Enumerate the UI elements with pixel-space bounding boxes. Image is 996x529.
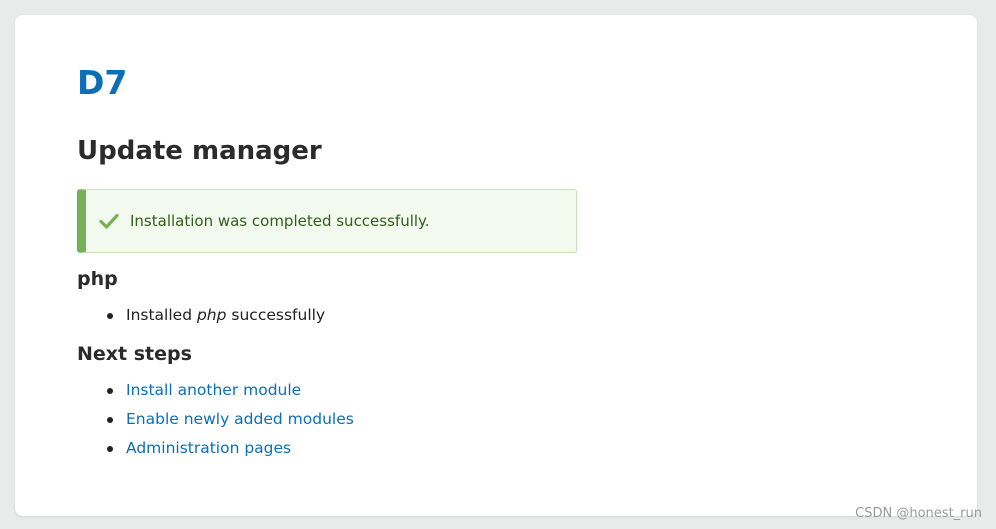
- status-message-text: Installation was completed successfully.: [130, 212, 430, 230]
- list-item: Installed php successfully: [77, 301, 325, 330]
- administration-pages-link[interactable]: Administration pages: [126, 439, 291, 457]
- result-suffix: successfully: [226, 306, 326, 324]
- result-list: Installed php successfully: [77, 301, 325, 330]
- list-item: Enable newly added modules: [77, 405, 354, 434]
- next-steps-list: Install another module Enable newly adde…: [77, 376, 354, 463]
- site-name-link[interactable]: D7: [77, 63, 127, 103]
- result-module-name: php: [196, 306, 227, 324]
- list-item: Administration pages: [77, 434, 354, 463]
- page-title: Update manager: [77, 136, 322, 166]
- result-prefix: Installed: [126, 306, 197, 324]
- watermark: CSDN @honest_run: [855, 506, 982, 521]
- result-heading: php: [77, 268, 118, 290]
- content-card: D7 Update manager Installation was compl…: [15, 15, 977, 516]
- install-another-module-link[interactable]: Install another module: [126, 381, 301, 399]
- next-steps-heading: Next steps: [77, 343, 192, 365]
- check-icon: [99, 211, 119, 231]
- enable-modules-link[interactable]: Enable newly added modules: [126, 410, 354, 428]
- status-message: Installation was completed successfully.: [77, 189, 577, 253]
- list-item: Install another module: [77, 376, 354, 405]
